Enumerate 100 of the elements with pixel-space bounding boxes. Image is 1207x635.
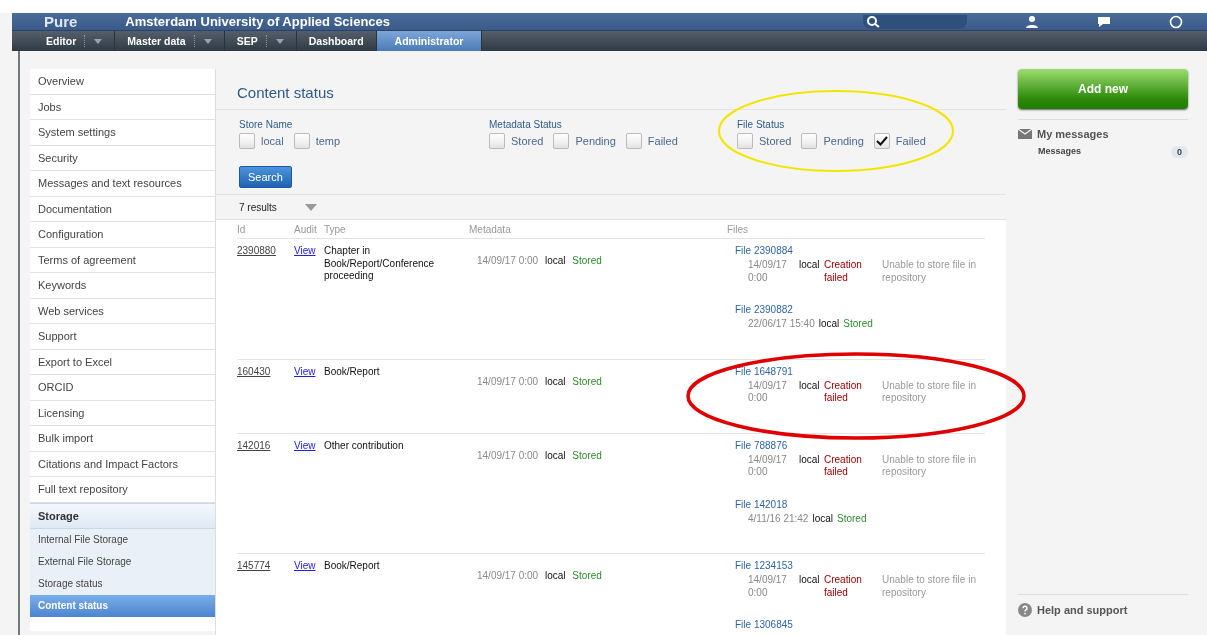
search-button[interactable]: Search xyxy=(239,166,292,188)
id-link[interactable]: 2390880 xyxy=(237,245,276,256)
logo[interactable]: Pure xyxy=(44,13,78,30)
sidebar-subitem[interactable]: Internal File Storage xyxy=(30,528,215,551)
status-text: Creation failed xyxy=(824,453,863,479)
error-message: Unable to store file in repository xyxy=(882,453,977,479)
nav-tab[interactable]: SEP xyxy=(224,31,297,51)
checkbox-label: temp xyxy=(315,135,341,147)
checkbox[interactable] xyxy=(801,133,818,149)
checkbox[interactable] xyxy=(553,133,570,149)
checkbox[interactable] xyxy=(737,133,753,149)
checkbox[interactable] xyxy=(293,133,310,149)
sidebar-subitem[interactable]: Storage status xyxy=(30,572,215,595)
store-text: local xyxy=(799,574,820,587)
file-link[interactable]: File 1306845 xyxy=(735,619,985,630)
date-text: 14/09/17 0:00 xyxy=(477,449,539,461)
power-icon[interactable] xyxy=(1169,14,1183,29)
checkbox[interactable] xyxy=(239,133,255,149)
checkbox-label: Pending xyxy=(823,135,864,147)
checkbox-label: Stored xyxy=(511,135,544,147)
store-text: local xyxy=(818,318,840,331)
error-message: Unable to store file in repository xyxy=(882,574,977,599)
store-text: local xyxy=(799,259,820,272)
chat-icon[interactable] xyxy=(1097,15,1111,28)
envelope-icon xyxy=(1018,129,1032,139)
user-icon[interactable] xyxy=(1025,15,1039,28)
column-header: Metadata xyxy=(469,223,512,235)
error-message: Unable to store file in repository xyxy=(882,379,977,405)
file-link[interactable]: File 1648791 xyxy=(735,365,985,377)
id-link[interactable]: 160430 xyxy=(237,365,271,377)
nav-tab[interactable]: Master data xyxy=(115,31,225,51)
id-link[interactable]: 142016 xyxy=(237,439,271,451)
status-text: Stored xyxy=(843,318,873,331)
status-text: Stored xyxy=(837,512,867,525)
status-text: Stored xyxy=(572,255,602,266)
search-field[interactable] xyxy=(863,14,967,29)
file-link[interactable]: File 788876 xyxy=(735,439,985,451)
status-text: Stored xyxy=(572,570,602,581)
type-cell-text: Other contribution xyxy=(324,439,405,453)
file-link[interactable]: File 1234153 xyxy=(735,560,985,571)
messages-heading: My messages xyxy=(1037,128,1109,140)
view-link[interactable]: View xyxy=(294,439,316,451)
checkbox-label: Stored xyxy=(759,135,792,147)
type-cell-text: Chapter in Book/Report/Conference proceeding xyxy=(324,245,436,283)
error-message: Unable to store file in repository xyxy=(882,259,977,284)
nav-tab[interactable]: Dashboard xyxy=(296,31,377,51)
status-text: Creation failed xyxy=(824,574,863,599)
checkbox-label: local xyxy=(261,135,284,147)
status-text: Stored xyxy=(572,449,602,461)
date-text: 14/09/17 0:00 xyxy=(477,255,539,266)
filter-label: Store Name xyxy=(239,119,294,130)
help-icon xyxy=(1018,603,1032,617)
store-text: local xyxy=(544,570,566,581)
date-text: 14/09/17 0:00 xyxy=(748,453,788,479)
store-text: local xyxy=(544,375,566,387)
column-header: Audit xyxy=(294,223,318,235)
institution-title: Amsterdam University of Applied Sciences xyxy=(125,13,391,30)
status-text: Stored xyxy=(572,375,602,387)
type-cell-text: Book/Report xyxy=(324,560,381,573)
date-text: 14/09/17 0:00 xyxy=(748,379,788,405)
store-text: local xyxy=(544,255,566,266)
checkbox-label: Failed xyxy=(647,135,678,147)
nav-tab[interactable]: Editor xyxy=(34,31,116,51)
store-text: local xyxy=(812,512,833,525)
caret-icon[interactable] xyxy=(94,38,103,44)
date-text: 4/11/16 21:42 xyxy=(748,512,809,525)
caret-icon[interactable] xyxy=(203,38,212,44)
view-link[interactable]: View xyxy=(294,560,316,571)
file-link[interactable]: File 142018 xyxy=(735,498,985,510)
column-header: Files xyxy=(727,223,750,235)
store-text: local xyxy=(799,453,820,467)
store-text: local xyxy=(799,379,820,393)
sidebar-subitem[interactable]: External File Storage xyxy=(30,550,215,573)
checkbox-label: Pending xyxy=(575,135,616,147)
page-title: Content status xyxy=(216,69,1006,109)
messages-link[interactable]: Messages xyxy=(1038,146,1082,158)
caret-icon[interactable] xyxy=(275,38,284,44)
view-link[interactable]: View xyxy=(294,365,316,377)
filter-label: Metadata Status xyxy=(489,119,563,130)
help-link[interactable]: Help and support xyxy=(1037,604,1128,616)
checkbox[interactable] xyxy=(625,133,642,149)
checkbox[interactable] xyxy=(873,133,890,149)
date-text: 14/09/17 0:00 xyxy=(748,574,788,599)
checkbox-label: Failed xyxy=(895,135,926,147)
type-cell-text: Book/Report xyxy=(324,365,381,379)
file-link[interactable]: File 2390882 xyxy=(735,304,985,315)
date-text: 14/09/17 0:00 xyxy=(477,570,539,581)
column-header: Type xyxy=(324,223,347,235)
file-link[interactable]: File 2390884 xyxy=(735,245,985,256)
date-text: 14/09/17 0:00 xyxy=(748,259,788,284)
checkbox[interactable] xyxy=(489,133,505,149)
sidebar-section[interactable]: Storage xyxy=(30,502,215,529)
search-icon xyxy=(867,15,881,28)
date-text: 22/06/17 15:40 xyxy=(748,318,815,331)
view-link[interactable]: View xyxy=(294,245,316,256)
message-count: 0 xyxy=(1171,146,1188,158)
results-count: 7 results xyxy=(239,201,277,213)
dropdown-icon[interactable] xyxy=(304,203,317,211)
id-link[interactable]: 145774 xyxy=(237,560,271,571)
date-text: 14/09/17 0:00 xyxy=(477,375,539,387)
